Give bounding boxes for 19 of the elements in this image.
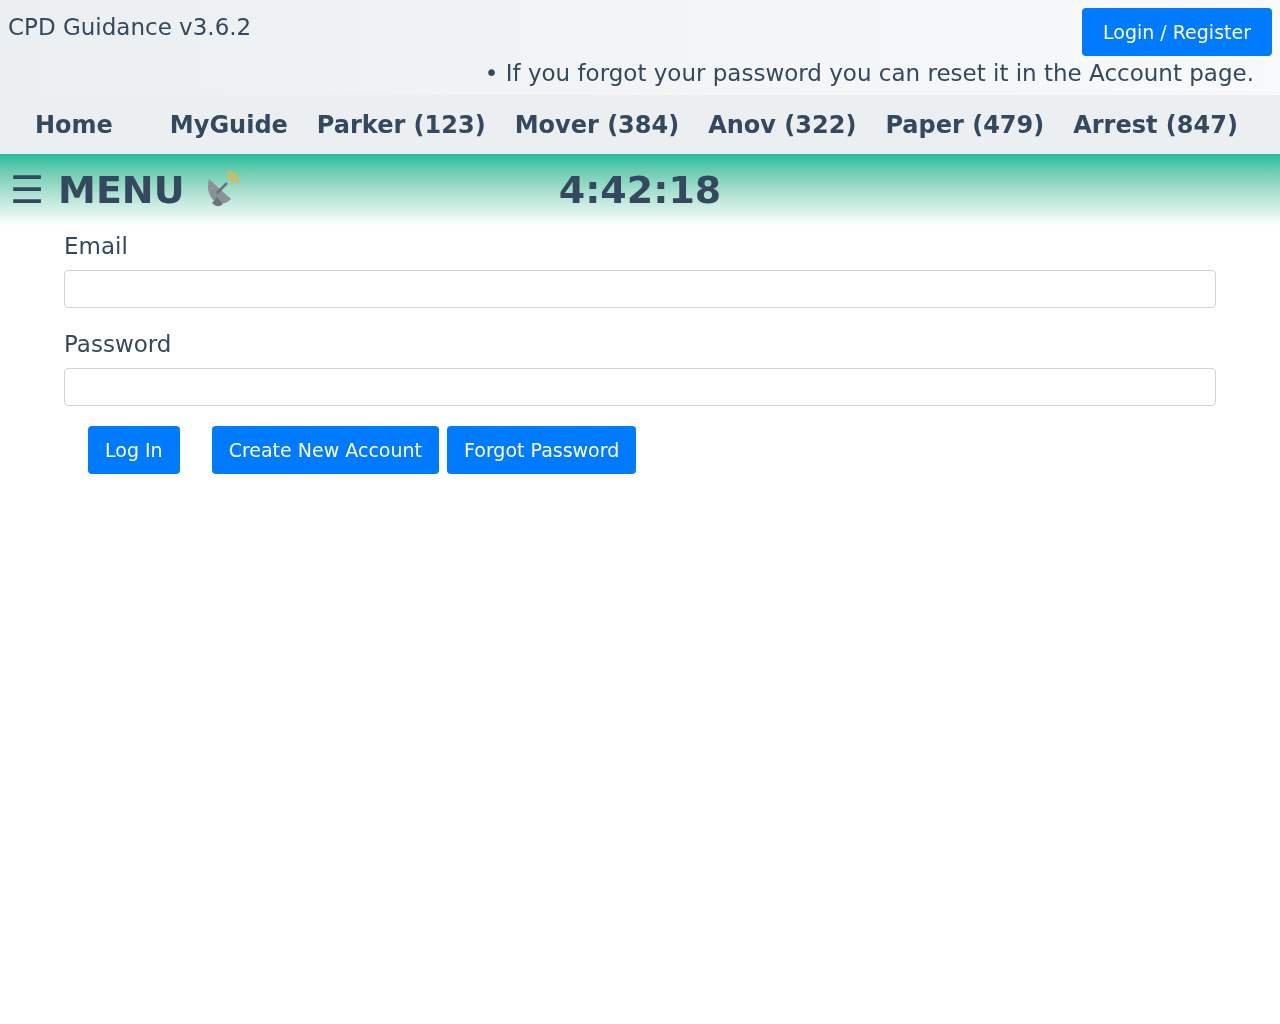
app-title: CPD Guidance v3.6.2	[8, 13, 252, 42]
nav-link[interactable]: Home	[35, 106, 113, 143]
login-register-button[interactable]: Login / Register	[1082, 8, 1272, 56]
notice-text: • If you forgot your password you can reset it in the Account page.	[484, 59, 1254, 88]
input-field[interactable]	[64, 270, 1216, 308]
nav-link[interactable]: Paper (479)	[885, 106, 1045, 143]
nav-link[interactable]: Mover (384)	[514, 106, 680, 143]
nav-link[interactable]: Parker (123)	[316, 106, 486, 143]
nav-link[interactable]: Arrest (847)	[1073, 106, 1238, 143]
input-field[interactable]	[64, 368, 1216, 406]
clock: 4:42:18	[558, 166, 722, 214]
menu-button[interactable]: ☰ MENU	[10, 171, 185, 209]
form-button[interactable]: Create New Account	[211, 426, 439, 474]
nav-link[interactable]: MyGuide	[169, 106, 288, 143]
form-button[interactable]: Forgot Password	[447, 426, 637, 474]
nav-link[interactable]: Anov (322)	[708, 106, 857, 143]
form-button[interactable]: Log In	[88, 426, 180, 474]
field-label: Email	[64, 232, 129, 261]
field-label: Password	[64, 330, 173, 359]
